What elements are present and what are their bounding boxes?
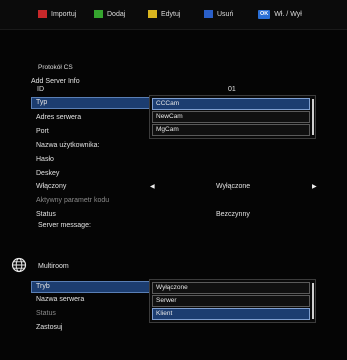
toggle-label: Wł. / Wył: [274, 10, 302, 18]
typ-row[interactable]: Typ: [31, 97, 151, 109]
username-label[interactable]: Nazwa użytkownika:: [36, 142, 99, 149]
yellow-key-icon: [148, 10, 157, 18]
tryb-row[interactable]: Tryb: [31, 281, 151, 293]
import-key[interactable]: Importuj: [38, 9, 76, 19]
tryb-option-server[interactable]: Serwer: [152, 295, 310, 307]
server-message-label: Server message:: [38, 222, 91, 229]
tryb-dropdown-scrollbar[interactable]: [312, 283, 314, 319]
tryb-label: Tryb: [36, 283, 50, 290]
section-title-cs: Protokół CS: [38, 64, 73, 71]
apply-label[interactable]: Zastosuj: [36, 324, 62, 331]
id-label: ID: [37, 86, 44, 93]
tryb-option-off[interactable]: Wyłączone: [152, 282, 310, 294]
green-key-icon: [94, 10, 103, 18]
password-label[interactable]: Hasło: [36, 156, 54, 163]
active-code-param-label: Aktywny parametr kodu: [36, 197, 110, 204]
color-key-bar: Importuj Dodaj Edytuj Usuń OK Wł. / Wył: [0, 0, 347, 30]
typ-option-cccam[interactable]: CCCam: [152, 98, 310, 110]
add-key[interactable]: Dodaj: [94, 9, 125, 19]
typ-dropdown[interactable]: CCCam NewCam MgCam: [149, 95, 316, 139]
edit-label: Edytuj: [161, 10, 181, 18]
typ-option-newcam[interactable]: NewCam: [152, 111, 310, 123]
screen: Importuj Dodaj Edytuj Usuń OK Wł. / Wył …: [0, 0, 347, 360]
typ-dropdown-scrollbar[interactable]: [312, 99, 314, 135]
typ-option-mgcam[interactable]: MgCam: [152, 124, 310, 136]
arrow-right-icon[interactable]: ▶: [312, 183, 317, 190]
delete-label: Usuń: [217, 10, 234, 18]
toggle-key[interactable]: OK Wł. / Wył: [258, 9, 302, 19]
blue-key-icon: [204, 10, 213, 18]
multiroom-status-label: Status: [36, 310, 56, 317]
id-value: 01: [228, 86, 236, 93]
enabled-label[interactable]: Włączony: [36, 183, 66, 190]
tryb-option-client[interactable]: Klient: [152, 308, 310, 320]
server-address-label[interactable]: Adres serwera: [36, 114, 81, 121]
globe-icon: [11, 257, 27, 275]
add-server-info-title: Add Server Info: [31, 78, 80, 85]
edit-key[interactable]: Edytuj: [148, 9, 180, 19]
tryb-dropdown[interactable]: Wyłączone Serwer Klient: [149, 279, 316, 323]
red-key-icon: [38, 10, 47, 18]
status-value: Bezczynny: [216, 211, 250, 218]
add-label: Dodaj: [107, 10, 126, 18]
enabled-value[interactable]: Wyłączone: [216, 183, 250, 190]
multiroom-title: Multiroom: [38, 263, 69, 270]
status-label: Status: [36, 211, 56, 218]
port-label[interactable]: Port: [36, 128, 49, 135]
typ-label: Typ: [36, 99, 48, 106]
import-label: Importuj: [51, 10, 77, 18]
ok-key-icon: OK: [258, 9, 271, 19]
server-name-label[interactable]: Nazwa serwera: [36, 296, 84, 303]
arrow-left-icon[interactable]: ◀: [150, 183, 155, 190]
delete-key[interactable]: Usuń: [204, 9, 233, 19]
deskey-label[interactable]: Deskey: [36, 170, 59, 177]
